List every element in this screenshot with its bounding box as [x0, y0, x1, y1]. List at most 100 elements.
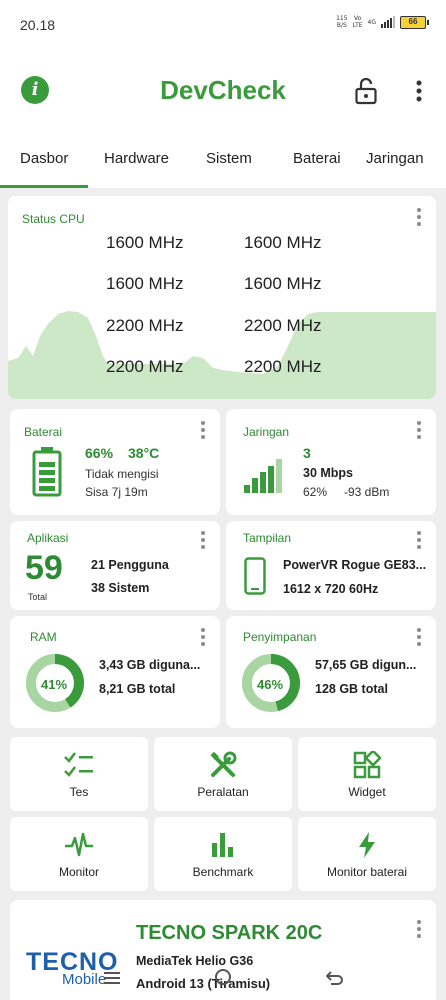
tab-dasbor[interactable]: Dasbor	[20, 150, 68, 167]
apps-total-label: Total	[28, 592, 48, 602]
cpu-core-freq: 1600 MHz	[244, 274, 322, 293]
display-resolution: 1612 x 720 60Hz	[283, 582, 379, 596]
cpu-core-freq: 1600 MHz	[106, 274, 184, 293]
network-type: 4G	[368, 19, 376, 26]
tools-tile[interactable]: Peralatan	[154, 737, 292, 811]
cpu-core-freq: 2200 MHz	[244, 357, 322, 376]
cpu-more-icon[interactable]	[416, 208, 422, 226]
apps-user-count: 21 Pengguna	[91, 558, 169, 572]
apps-total-count: 59	[25, 549, 63, 587]
storage-card[interactable]: Penyimpanan 46% 57,65 GB digun... 128 GB…	[226, 616, 436, 728]
network-card-title: Jaringan	[243, 425, 290, 439]
tools-label: Peralatan	[197, 785, 249, 799]
network-signal-dbm: -93 dBm	[344, 485, 390, 499]
back-icon[interactable]	[326, 969, 344, 985]
net-speed-unit: B/S	[336, 22, 347, 29]
storage-more-icon[interactable]	[416, 628, 422, 646]
cpu-core-freq: 1600 MHz	[244, 233, 322, 252]
tab-bar: Dasbor Hardware Sistem Baterai Jaringan	[0, 130, 446, 188]
network-speed: 30 Mbps	[303, 466, 354, 480]
benchmark-tile[interactable]: Benchmark	[154, 817, 292, 891]
battery-temp: 38°C	[128, 445, 160, 461]
recent-apps-icon[interactable]	[103, 970, 121, 986]
apps-more-icon[interactable]	[200, 531, 206, 549]
apps-card-title: Aplikasi	[27, 531, 69, 545]
display-card[interactable]: Tampilan PowerVR Rogue GE83... 1612 x 72…	[226, 521, 436, 610]
benchmark-label: Benchmark	[192, 865, 254, 879]
active-tab-indicator	[0, 185, 88, 188]
widget-icon	[353, 751, 381, 779]
network-signal-percent: 62%	[303, 485, 328, 499]
ram-percent: 41%	[41, 677, 68, 692]
cpu-core-freq: 2200 MHz	[106, 357, 184, 376]
storage-used: 57,65 GB digun...	[315, 658, 417, 672]
battery-status-icon: 66	[400, 15, 429, 29]
battery-card-title: Baterai	[24, 425, 63, 439]
cpu-status-card[interactable]: Status CPU 1600 MHz 1600 MHz 1600 MHz 16…	[8, 196, 436, 399]
bar-chart-icon	[212, 833, 233, 857]
battery-card[interactable]: Baterai 66% 38°C Tidak mengisi Sisa 7j 1…	[10, 409, 220, 515]
ram-total: 8,21 GB total	[99, 682, 176, 696]
device-name: TECNO SPARK 20C	[136, 922, 323, 944]
tools-icon	[210, 751, 237, 777]
cpu-frequency-graph	[8, 311, 436, 399]
volte-indicator: Vo LTE	[353, 15, 363, 29]
status-time: 20.18	[20, 17, 56, 33]
volte-top: Vo	[353, 15, 362, 22]
battery-level: 66%	[85, 445, 114, 461]
app-title: DevCheck	[160, 75, 286, 105]
network-type-label: 4G	[367, 18, 376, 26]
checklist-icon	[64, 752, 93, 777]
signal-strength-icon	[244, 459, 282, 493]
home-icon[interactable]	[214, 968, 232, 986]
status-icons: 115 B/S Vo LTE 4G 66	[336, 15, 429, 29]
network-type: 3	[303, 445, 311, 461]
battery-icon	[32, 447, 62, 497]
tab-sistem[interactable]: Sistem	[206, 150, 252, 167]
net-speed-value: 115	[336, 15, 348, 22]
cpu-card-title: Status CPU	[22, 212, 85, 226]
ram-used: 3,43 GB diguna...	[99, 658, 201, 672]
lightning-icon	[359, 832, 375, 858]
battery-monitor-tile[interactable]: Monitor baterai	[298, 817, 436, 891]
network-card[interactable]: Jaringan 3 30 Mbps 62% -93 dBm	[226, 409, 436, 515]
cpu-core-freq: 2200 MHz	[244, 316, 322, 335]
widget-label: Widget	[348, 785, 386, 799]
network-more-icon[interactable]	[416, 421, 422, 439]
ram-more-icon[interactable]	[200, 628, 206, 646]
monitor-label: Monitor	[58, 865, 99, 879]
cpu-core-freq: 1600 MHz	[106, 233, 184, 252]
storage-percent: 46%	[257, 677, 284, 692]
unlock-icon[interactable]	[354, 77, 378, 105]
storage-card-title: Penyimpanan	[243, 630, 317, 644]
pulse-icon	[65, 832, 93, 857]
tests-tile[interactable]: Tes	[10, 737, 148, 811]
widget-tile[interactable]: Widget	[298, 737, 436, 811]
net-speed: 115 B/S	[336, 15, 347, 29]
tab-hardware[interactable]: Hardware	[104, 150, 169, 167]
storage-total: 128 GB total	[315, 682, 388, 696]
tab-jaringan[interactable]: Jaringan	[366, 150, 424, 167]
status-bar: 20.18 115 B/S Vo LTE 4G 66	[0, 0, 446, 50]
tests-label: Tes	[69, 785, 89, 799]
battery-remaining: Sisa 7j 19m	[85, 485, 148, 499]
tab-baterai[interactable]: Baterai	[293, 150, 341, 167]
battery-charging-status: Tidak mengisi	[85, 467, 159, 481]
more-vertical-icon[interactable]	[409, 78, 429, 104]
ram-card-title: RAM	[30, 630, 57, 644]
app-bar: i DevCheck	[0, 50, 446, 130]
device-more-icon[interactable]	[416, 920, 422, 938]
volte-bottom: LTE	[352, 22, 363, 29]
monitor-tile[interactable]: Monitor	[10, 817, 148, 891]
cpu-core-freq: 2200 MHz	[106, 316, 184, 335]
ram-card[interactable]: RAM 41% 3,43 GB diguna... 8,21 GB total	[10, 616, 220, 728]
phone-icon	[244, 557, 266, 595]
display-card-title: Tampilan	[243, 531, 292, 545]
battery-monitor-label: Monitor baterai	[326, 865, 408, 879]
battery-more-icon[interactable]	[200, 421, 206, 439]
apps-system-count: 38 Sistem	[91, 581, 150, 595]
apps-card[interactable]: Aplikasi 59 Total 21 Pengguna 38 Sistem	[10, 521, 220, 610]
display-more-icon[interactable]	[416, 531, 422, 549]
signal-icon	[381, 16, 395, 28]
display-gpu: PowerVR Rogue GE83...	[283, 558, 427, 572]
